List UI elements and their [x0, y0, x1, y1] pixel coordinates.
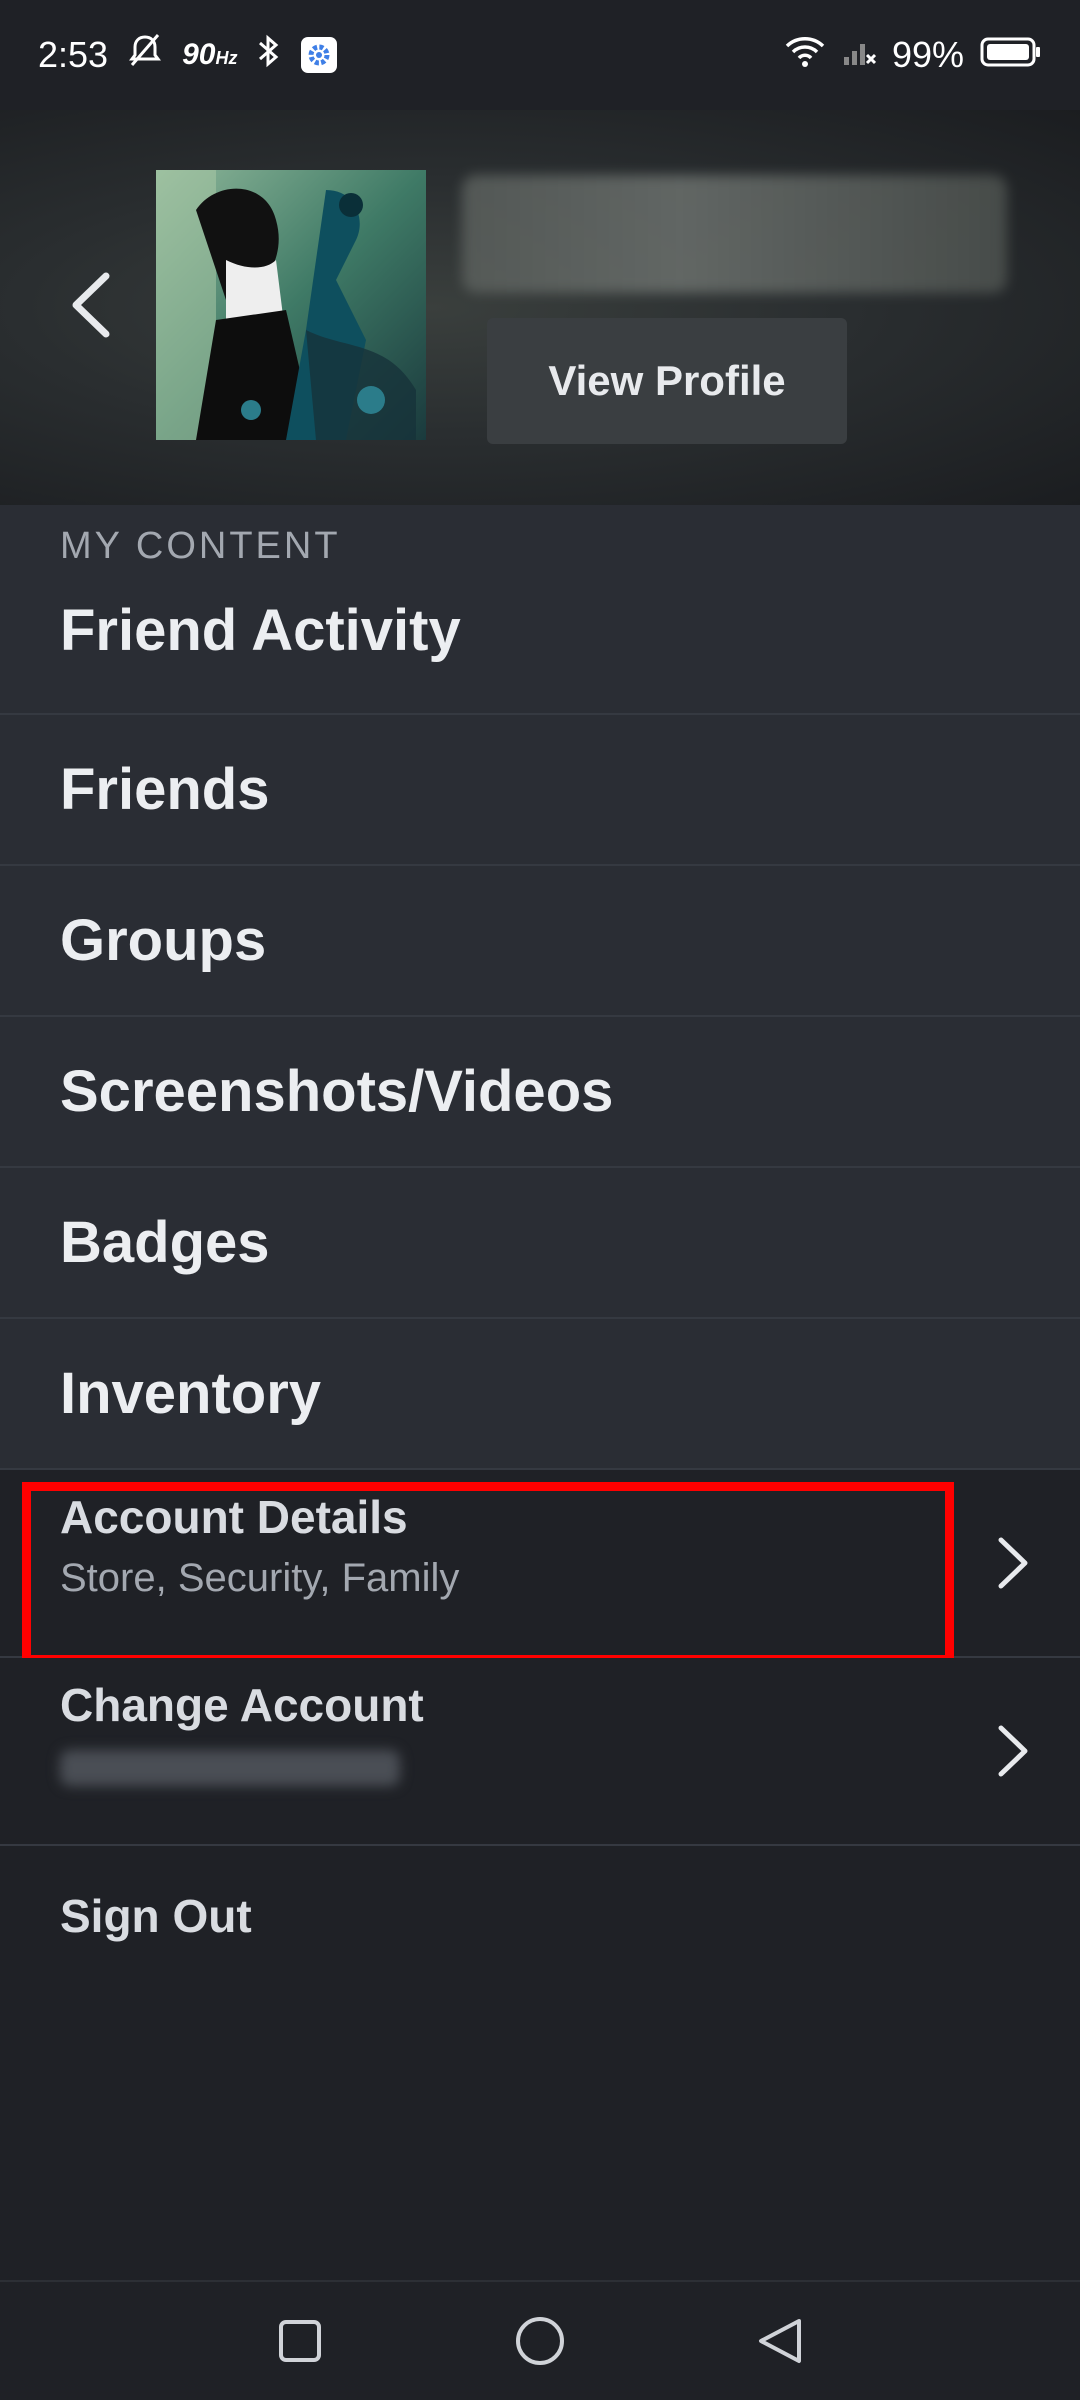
profile-header: View Profile	[0, 110, 1080, 505]
mute-icon	[128, 33, 162, 78]
menu-item-friend-activity[interactable]: Friend Activity	[0, 575, 1080, 715]
avatar-image	[156, 170, 426, 440]
status-bar: 2:53 90Hz 99%	[0, 0, 1080, 110]
battery-icon	[980, 34, 1042, 76]
refresh-rate: 90Hz	[182, 38, 238, 71]
triangle-back-icon	[759, 2319, 801, 2363]
menu-item-badges[interactable]: Badges	[0, 1168, 1080, 1319]
status-time: 2:53	[38, 34, 109, 75]
chevron-right-icon	[988, 1528, 1038, 1598]
back-button[interactable]	[55, 260, 125, 350]
section-label-my-content: MY CONTENT	[0, 505, 1080, 575]
chevron-left-icon	[72, 272, 110, 338]
recents-button[interactable]	[255, 2296, 345, 2386]
back-nav-button[interactable]	[735, 2296, 825, 2386]
account-details-subtitle: Store, Security, Family	[60, 1556, 460, 1600]
chevron-right-icon	[988, 1716, 1038, 1786]
account-email-redacted	[60, 1750, 400, 1786]
account-details-title: Account Details	[60, 1491, 408, 1543]
menu-item-groups[interactable]: Groups	[0, 866, 1080, 1017]
square-icon	[279, 2320, 321, 2362]
bluetooth-icon	[257, 33, 281, 78]
profile-name-redacted	[462, 175, 1007, 293]
menu: MY CONTENT Friend Activity Friends Group…	[0, 505, 1080, 1986]
circle-icon	[516, 2317, 564, 2365]
view-profile-button[interactable]: View Profile	[487, 318, 847, 444]
wifi-icon	[784, 34, 826, 77]
settings-icon	[301, 37, 338, 73]
sign-out-button[interactable]: Sign Out	[0, 1846, 1080, 1986]
system-nav-bar	[0, 2280, 1080, 2400]
change-account-row[interactable]: Change Account	[0, 1658, 1080, 1846]
avatar[interactable]	[156, 170, 426, 440]
signal-icon	[842, 34, 876, 76]
account-details-row[interactable]: Account Details Store, Security, Family	[0, 1470, 1080, 1664]
menu-item-inventory[interactable]: Inventory	[0, 1319, 1080, 1470]
home-button[interactable]	[495, 2296, 585, 2386]
menu-item-screenshots-videos[interactable]: Screenshots/Videos	[0, 1017, 1080, 1168]
battery-percent: 99%	[891, 34, 964, 75]
change-account-title: Change Account	[60, 1679, 424, 1731]
menu-item-friends[interactable]: Friends	[0, 715, 1080, 866]
